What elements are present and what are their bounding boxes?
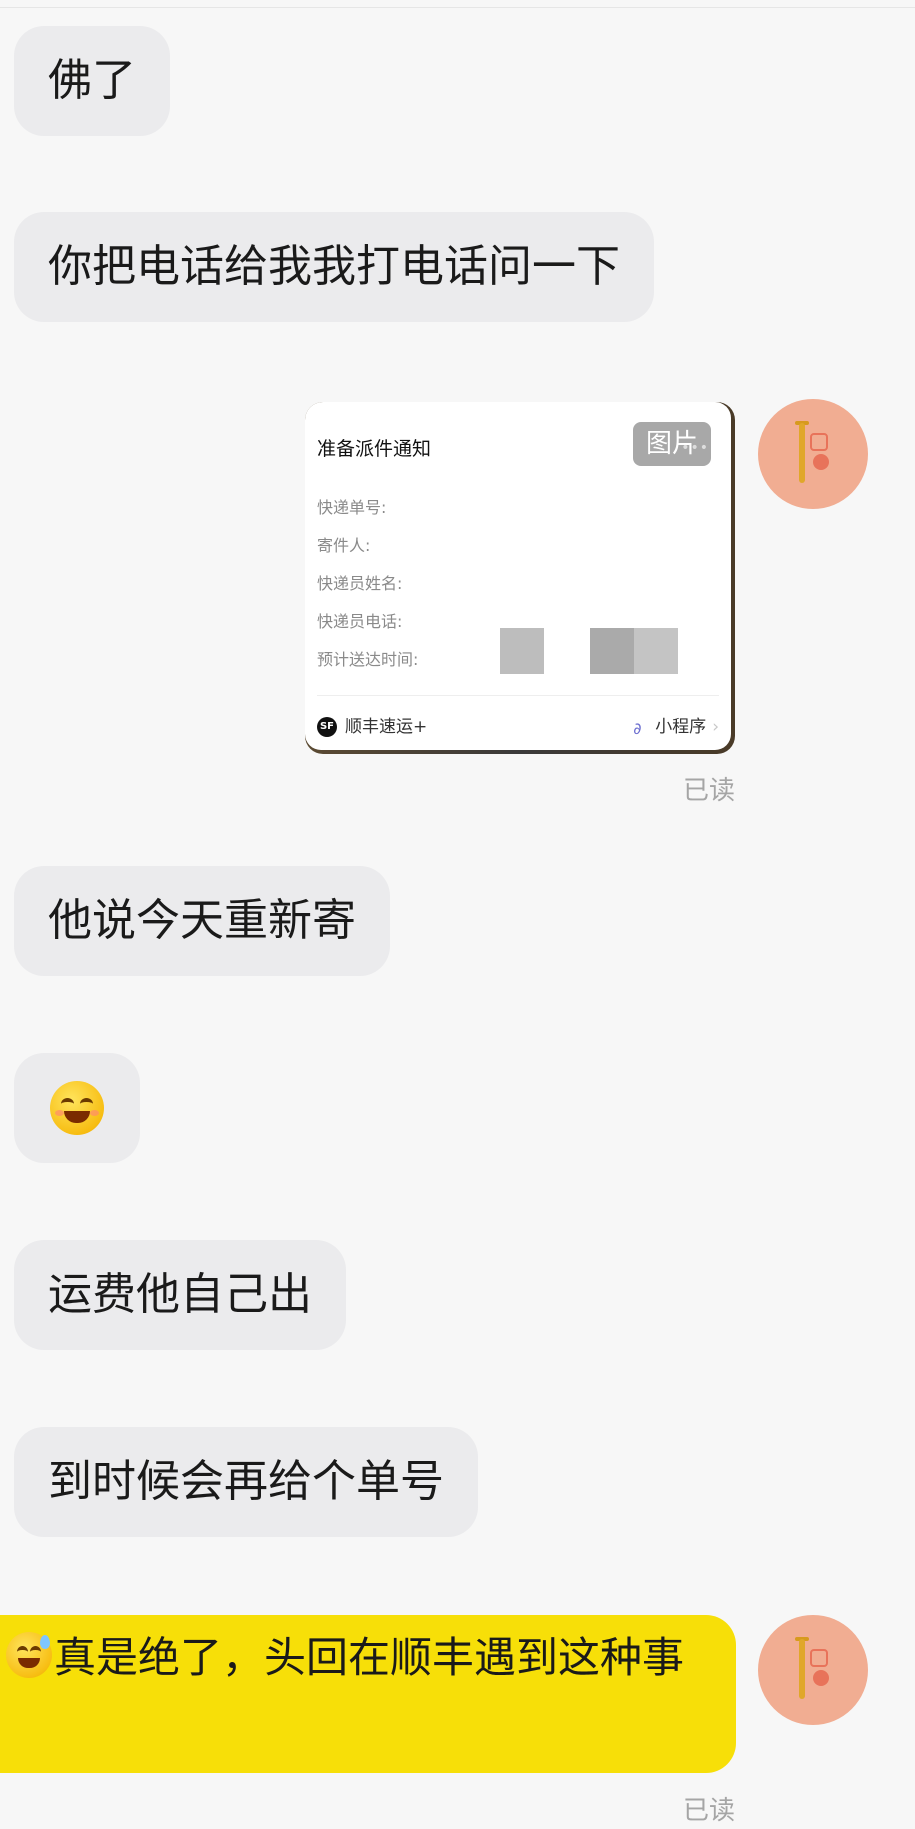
mini-program-label: ∂ 小程序 › — [633, 716, 719, 738]
read-receipt: 已读 — [683, 1796, 736, 1824]
brand-label: SF 顺丰速运+ — [317, 712, 427, 737]
message-text: 佛了 — [48, 55, 136, 106]
message-bubble[interactable] — [14, 1053, 140, 1163]
shared-card-message[interactable]: 准备派件通知 图片 ••• 快递单号: 寄件人: 快递员姓名: 快递员电话: 预… — [305, 402, 735, 754]
outgoing-message-bubble[interactable]: 真是绝了，头回在顺丰遇到这种事 — [0, 1615, 736, 1773]
card-divider — [317, 695, 719, 696]
message-text: 真是绝了，头回在顺丰遇到这种事 — [54, 1633, 685, 1682]
message-bubble[interactable]: 运费他自己出 — [14, 1240, 346, 1350]
blurred-region — [500, 628, 544, 674]
field-courier-phone: 快递员电话: — [317, 612, 403, 631]
message-text: 你把电话给我我打电话问一下 — [48, 241, 620, 292]
card-title: 准备派件通知 — [317, 438, 432, 460]
message-text: 到时候会再给个单号 — [48, 1456, 444, 1507]
grinning-squinting-face-icon — [50, 1081, 104, 1135]
grinning-face-with-sweat-icon — [6, 1632, 52, 1678]
field-courier-name: 快递员姓名: — [317, 574, 403, 593]
field-eta: 预计送达时间: — [317, 650, 419, 669]
field-tracking-number: 快递单号: — [317, 498, 387, 517]
read-receipt: 已读 — [683, 776, 736, 806]
message-text: 运费他自己出 — [48, 1269, 312, 1320]
card-footer: SF 顺丰速运+ ∂ 小程序 › — [317, 706, 719, 742]
message-bubble[interactable]: 你把电话给我我打电话问一下 — [14, 212, 654, 322]
message-bubble[interactable]: 他说今天重新寄 — [14, 866, 390, 976]
mini-program-icon: ∂ — [633, 718, 642, 738]
user-avatar[interactable] — [758, 1615, 868, 1725]
message-text: 他说今天重新寄 — [48, 895, 356, 946]
blurred-region — [634, 628, 678, 674]
chevron-right-icon: › — [712, 716, 719, 737]
sf-logo-icon: SF — [317, 716, 337, 737]
card-body: 准备派件通知 图片 ••• 快递单号: 寄件人: 快递员姓名: 快递员电话: 预… — [305, 402, 731, 750]
field-sender: 寄件人: — [317, 536, 371, 555]
message-bubble[interactable]: 佛了 — [14, 26, 170, 136]
more-dots-icon: ••• — [681, 440, 709, 456]
blurred-region — [590, 628, 634, 674]
user-avatar[interactable] — [758, 399, 868, 509]
top-divider — [0, 7, 915, 8]
message-bubble[interactable]: 到时候会再给个单号 — [14, 1427, 478, 1537]
